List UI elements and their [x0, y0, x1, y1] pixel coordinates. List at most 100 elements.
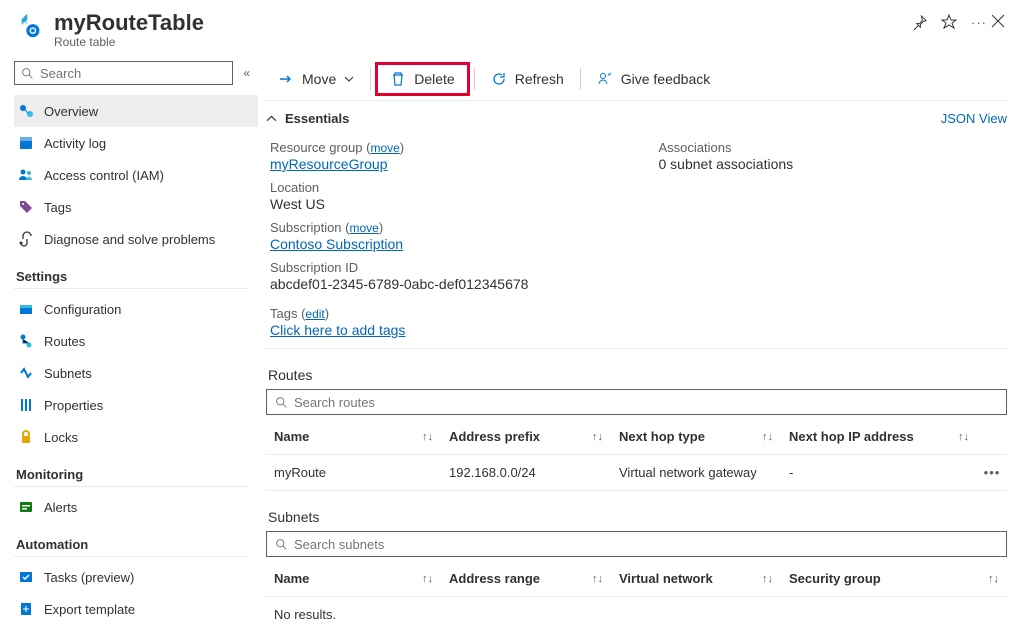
config-icon	[18, 301, 34, 317]
main-content: Move Delete Refresh Give feedback	[258, 57, 1025, 643]
routes-search-input[interactable]	[294, 395, 998, 410]
sidebar-item-access-control[interactable]: Access control (IAM)	[14, 159, 258, 191]
table-row[interactable]: myRoute 192.168.0.0/24 Virtual network g…	[266, 455, 1007, 491]
location-value: West US	[270, 196, 619, 212]
delete-label: Delete	[414, 71, 454, 87]
location-label: Location	[270, 180, 619, 195]
sidebar-item-label: Export template	[44, 602, 135, 617]
search-icon	[21, 67, 34, 80]
essentials-title: Essentials	[285, 111, 349, 126]
sidebar-item-alerts[interactable]: Alerts	[14, 491, 258, 523]
sidebar-item-label: Locks	[44, 430, 78, 445]
subnets-col-name[interactable]: Name↑↓	[266, 571, 441, 586]
move-icon	[278, 71, 294, 87]
routes-col-name[interactable]: Name↑↓	[266, 429, 441, 444]
sidebar-search-input[interactable]	[40, 66, 226, 81]
sidebar-item-locks[interactable]: Locks	[14, 421, 258, 453]
sidebar: « Overview Activity log Access control (…	[0, 57, 258, 643]
sidebar-search[interactable]	[14, 61, 233, 85]
associations-label: Associations	[659, 140, 1008, 155]
sidebar-item-tasks[interactable]: Tasks (preview)	[14, 561, 258, 593]
delete-icon	[390, 71, 406, 87]
route-hoptype: Virtual network gateway	[611, 465, 781, 480]
locks-icon	[18, 429, 34, 445]
essentials-grid: Resource group (move) myResourceGroup Lo…	[266, 132, 1007, 338]
move-label: Move	[302, 71, 336, 87]
sidebar-item-label: Access control (IAM)	[44, 168, 164, 183]
sidebar-item-label: Subnets	[44, 366, 92, 381]
more-icon[interactable]: ···	[971, 15, 987, 30]
feedback-button[interactable]: Give feedback	[585, 65, 723, 93]
json-view-link[interactable]: JSON View	[941, 111, 1007, 126]
chevron-up-icon	[266, 113, 277, 124]
sidebar-item-label: Routes	[44, 334, 85, 349]
favorite-icon[interactable]	[941, 14, 957, 30]
collapse-sidebar-button[interactable]: «	[243, 66, 250, 80]
sidebar-item-activity-log[interactable]: Activity log	[14, 127, 258, 159]
sidebar-item-export-template[interactable]: Export template	[14, 593, 258, 625]
sidebar-item-routes[interactable]: Routes	[14, 325, 258, 357]
subscription-move-link[interactable]: move	[350, 221, 379, 235]
subscription-value[interactable]: Contoso Subscription	[270, 236, 403, 252]
move-button[interactable]: Move	[266, 65, 366, 93]
routes-search[interactable]	[266, 389, 1007, 415]
resource-icon	[16, 10, 46, 40]
associations-value: 0 subnet associations	[659, 156, 1008, 172]
page-title: myRouteTable	[54, 10, 902, 36]
sidebar-item-label: Properties	[44, 398, 103, 413]
delete-button[interactable]: Delete	[375, 62, 469, 96]
tags-label: Tags	[270, 306, 297, 321]
sidebar-item-subnets[interactable]: Subnets	[14, 357, 258, 389]
subnets-section: Subnets Name↑↓ Address range↑↓ Virtual n…	[266, 509, 1007, 632]
resource-group-move-link[interactable]: move	[370, 141, 399, 155]
alerts-icon	[18, 499, 34, 515]
subnets-search-input[interactable]	[294, 537, 998, 552]
row-more-button[interactable]: •••	[977, 465, 1007, 480]
feedback-icon	[597, 71, 613, 87]
overview-icon	[18, 103, 34, 119]
subnets-col-sg[interactable]: Security group↑↓	[781, 571, 1007, 586]
iam-icon	[18, 167, 34, 183]
subnets-search[interactable]	[266, 531, 1007, 557]
sidebar-item-tags[interactable]: Tags	[14, 191, 258, 223]
activity-log-icon	[18, 135, 34, 151]
subnets-icon	[18, 365, 34, 381]
close-button[interactable]	[987, 10, 1009, 37]
subscription-id-label: Subscription ID	[270, 260, 619, 275]
pin-icon[interactable]	[912, 15, 927, 30]
tasks-icon	[18, 569, 34, 585]
routes-col-prefix[interactable]: Address prefix↑↓	[441, 429, 611, 444]
routes-col-hopip[interactable]: Next hop IP address↑↓	[781, 429, 977, 444]
sidebar-item-label: Activity log	[44, 136, 106, 151]
subnets-col-range[interactable]: Address range↑↓	[441, 571, 611, 586]
subnets-col-vnet[interactable]: Virtual network↑↓	[611, 571, 781, 586]
sidebar-group-monitoring: Monitoring	[16, 467, 258, 482]
route-hopip: -	[781, 465, 977, 480]
sidebar-item-label: Configuration	[44, 302, 121, 317]
tags-edit-link[interactable]: edit	[305, 307, 324, 321]
resource-group-label: Resource group	[270, 140, 363, 155]
sidebar-item-properties[interactable]: Properties	[14, 389, 258, 421]
refresh-label: Refresh	[515, 71, 564, 87]
tags-icon	[18, 199, 34, 215]
sidebar-item-diagnose[interactable]: Diagnose and solve problems	[14, 223, 258, 255]
refresh-button[interactable]: Refresh	[479, 65, 576, 93]
essentials-header[interactable]: Essentials JSON View	[266, 111, 1007, 126]
search-icon	[275, 538, 288, 551]
sidebar-group-settings: Settings	[16, 269, 258, 284]
subnets-title: Subnets	[266, 509, 1007, 525]
sidebar-item-configuration[interactable]: Configuration	[14, 293, 258, 325]
page-header: myRouteTable Route table ···	[0, 0, 1025, 57]
subscription-label: Subscription	[270, 220, 342, 235]
resource-group-value[interactable]: myResourceGroup	[270, 156, 388, 172]
search-icon	[275, 396, 288, 409]
routes-col-hoptype[interactable]: Next hop type↑↓	[611, 429, 781, 444]
route-prefix: 192.168.0.0/24	[441, 465, 611, 480]
refresh-icon	[491, 71, 507, 87]
route-name: myRoute	[266, 465, 441, 480]
feedback-label: Give feedback	[621, 71, 711, 87]
tags-value[interactable]: Click here to add tags	[270, 322, 405, 338]
sidebar-group-automation: Automation	[16, 537, 258, 552]
sidebar-item-overview[interactable]: Overview	[14, 95, 258, 127]
sidebar-item-label: Diagnose and solve problems	[44, 232, 215, 247]
